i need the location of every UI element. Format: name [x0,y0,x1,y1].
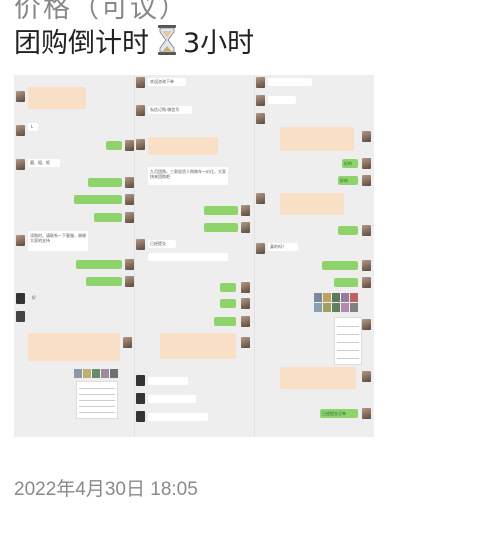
chat-bubble [160,333,236,359]
avatar [125,194,134,205]
avatar [241,298,250,309]
chat-bubble [28,333,120,361]
chat-bubble [106,141,122,150]
chat-bubble [338,226,358,235]
chat-bubble [94,213,122,222]
avatar [362,158,371,169]
chat-bubble [88,178,122,187]
message-text: 好的 [344,161,352,166]
chat-bubble [148,413,208,421]
avatar [362,131,371,142]
avatar [256,193,265,204]
chat-bubble [280,127,354,151]
chat-bubble [148,137,218,155]
calendar-thumbnail [334,317,362,365]
avatar [136,375,145,386]
chat-bubble [268,78,312,86]
avatar [241,337,250,348]
message-text: 好的 [340,178,348,183]
avatar [241,282,250,293]
message-text: 欢迎咨询下单 [150,79,174,84]
avatar [362,371,371,382]
message-text: 已经提交订单 [322,411,346,416]
avatar [16,125,25,136]
chat-bubble [148,377,188,385]
chat-bubble [148,253,228,261]
message-text: 九月团购，三款现货人购物车一价位，大家快来团购吧 [150,169,226,179]
headline-text: 团购倒计时 [14,27,149,59]
avatar [362,277,371,288]
avatar [16,159,25,170]
message-text: 私信订购 微信号 [150,107,180,112]
avatar [241,222,250,233]
avatar [123,337,132,348]
avatar [241,316,250,327]
chat-bubble [220,299,236,308]
chat-bubble [204,206,238,215]
avatar [125,212,134,223]
avatar [362,408,371,419]
avatar [362,319,371,330]
avatar [362,175,371,186]
message-text: 添购时，请联系一下客服，谢谢大家的支持 [30,233,86,243]
avatar [125,140,134,151]
chat-bubble [204,223,238,232]
avatar [16,311,25,322]
chat-screenshot-2: 欢迎咨询下单 私信订购 微信号 九月团购，三款现货人购物车一价位，大家快来团购吧… [134,75,254,437]
avatar [136,77,145,88]
chat-bubble [148,395,196,403]
message-text: 真的吗？ [270,244,286,249]
hourglass-icon [158,25,176,55]
chat-screenshot-3: 好的 好的 真的吗？ 已经提交订单 [254,75,374,437]
message-text: 好 [32,295,36,300]
chat-bubble [86,277,122,286]
chat-bubble [280,367,356,389]
message-text: L [31,124,34,129]
chat-bubble [74,195,122,204]
avatar [125,177,134,188]
avatar [16,235,25,246]
chat-bubble [220,283,236,292]
avatar [125,259,134,270]
avatar [16,91,25,102]
avatar [125,276,134,287]
avatar [256,77,265,88]
chat-bubble [268,96,296,104]
headline-suffix: 3小时 [183,27,255,59]
chat-bubble [334,278,358,287]
chat-bubble [280,193,344,215]
avatar [136,393,145,404]
chat-bubble [76,260,122,269]
avatar [362,260,371,271]
avatar [256,113,265,124]
avatar [136,139,145,150]
post-headline: 团购倒计时 3小时 [14,20,254,60]
message-text: 圆、粗、框 [30,160,50,165]
avatar [136,411,145,422]
post-timestamp: 2022年4月30日 18:05 [14,479,198,500]
avatar [136,239,145,250]
avatar [241,205,250,216]
chat-screenshot-1: L 圆、粗、框 添购时，请联系一下客服，谢谢大家的支持 好 [14,75,134,437]
calendar-thumbnail [76,381,118,419]
avatar [256,95,265,106]
chat-bubble [28,87,86,109]
chat-collage-image[interactable]: L 圆、粗、框 添购时，请联系一下客服，谢谢大家的支持 好 欢迎咨询下单 私信订… [14,75,374,437]
avatar [256,243,265,254]
avatar [16,293,25,304]
avatar [362,225,371,236]
chat-bubble [322,261,358,270]
chat-bubble [214,317,236,326]
message-text: 已经提交 [150,241,166,246]
product-thumbnail-grid [74,369,118,378]
avatar [136,105,145,116]
product-thumbnail-grid [314,293,358,312]
